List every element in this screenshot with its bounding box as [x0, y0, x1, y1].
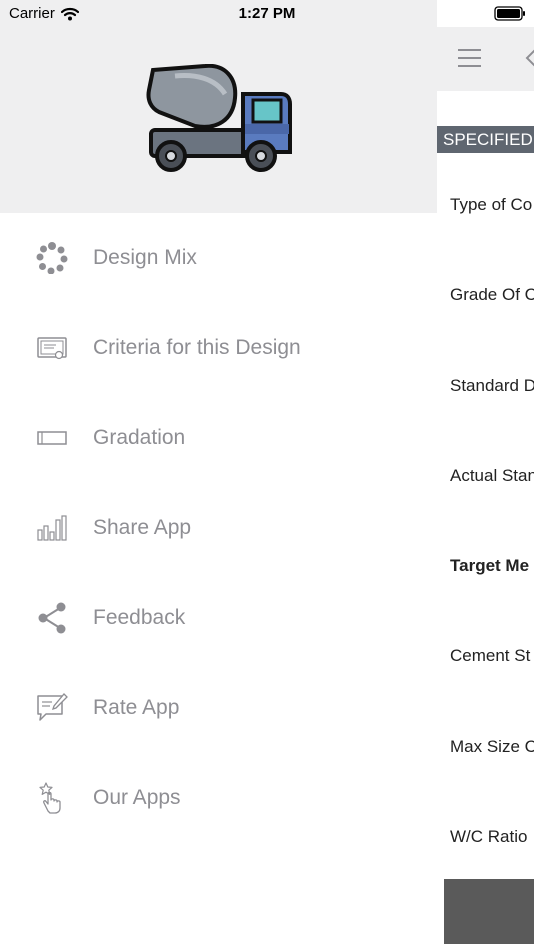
- menu-item-feedback[interactable]: Feedback: [0, 573, 437, 663]
- clock: 1:27 PM: [0, 5, 534, 22]
- rows-list: Type of Co Grade Of C Standard D Actual …: [437, 159, 534, 881]
- row-label: Standard D: [450, 375, 534, 395]
- section-header: SPECIFIED: [437, 126, 534, 153]
- menu-item-our-apps[interactable]: Our Apps: [0, 753, 437, 843]
- row-target-mean[interactable]: Target Me: [437, 520, 534, 610]
- row-standard-deviation[interactable]: Standard D: [437, 340, 534, 430]
- menu-item-label: Gradation: [93, 426, 186, 449]
- row-label: W/C Ratio: [450, 827, 528, 847]
- menu-item-gradation[interactable]: Gradation: [0, 393, 437, 483]
- rectangle-icon: [36, 422, 68, 454]
- time-label: 1:27 PM: [238, 5, 296, 22]
- edit-message-icon: [36, 692, 68, 724]
- status-bar: Carrier 1:27 PM: [0, 0, 534, 28]
- row-max-size[interactable]: Max Size C: [437, 701, 534, 791]
- battery-icon: [494, 6, 525, 21]
- certificate-icon: [36, 332, 68, 364]
- row-wc-ratio[interactable]: W/C Ratio: [437, 791, 534, 881]
- concrete-mixer-truck-icon: [146, 64, 292, 172]
- menu-item-label: Our Apps: [93, 786, 181, 809]
- loading-ring-icon: [36, 242, 68, 274]
- row-grade-of-concrete[interactable]: Grade Of C: [437, 249, 534, 339]
- menu-item-share-app[interactable]: Share App: [0, 483, 437, 573]
- menu-item-label: Feedback: [93, 606, 186, 629]
- menu-item-rate-app[interactable]: Rate App: [0, 663, 437, 753]
- menu-item-label: Design Mix: [93, 246, 197, 269]
- back-chevron-icon[interactable]: [525, 49, 534, 67]
- share-icon: [36, 602, 68, 634]
- main-content: SPECIFIED Type of Co Grade Of C Standard…: [437, 0, 534, 950]
- menu-item-criteria[interactable]: Criteria for this Design: [0, 303, 437, 393]
- row-label: Type of Co: [450, 195, 533, 214]
- row-actual-standard[interactable]: Actual Stan: [437, 430, 534, 520]
- row-label: Max Size C: [450, 736, 534, 756]
- menu-item-design-mix[interactable]: Design Mix: [0, 213, 437, 303]
- bottom-button[interactable]: [444, 879, 534, 944]
- row-label: Grade Of C: [450, 285, 534, 305]
- drawer-header: [0, 0, 437, 213]
- row-cement-strength[interactable]: Cement St: [437, 610, 534, 700]
- drawer-menu: Design Mix Criteria for this Design Grad…: [0, 213, 437, 843]
- bar-chart-icon: [36, 512, 68, 544]
- menu-item-label: Criteria for this Design: [93, 336, 301, 359]
- row-label: Target Me: [450, 556, 530, 576]
- row-label: Actual Stan: [450, 465, 534, 485]
- row-type-of-concrete[interactable]: Type of Co: [437, 159, 534, 249]
- hamburger-icon[interactable]: [458, 48, 481, 68]
- menu-item-label: Share App: [93, 516, 192, 539]
- menu-item-label: Rate App: [93, 696, 180, 719]
- side-drawer: Design Mix Criteria for this Design Grad…: [0, 0, 437, 950]
- screen: SPECIFIED Type of Co Grade Of C Standard…: [0, 0, 534, 950]
- row-label: Cement St: [450, 646, 531, 666]
- tap-star-icon: [36, 782, 68, 814]
- navigation-bar: [437, 27, 534, 91]
